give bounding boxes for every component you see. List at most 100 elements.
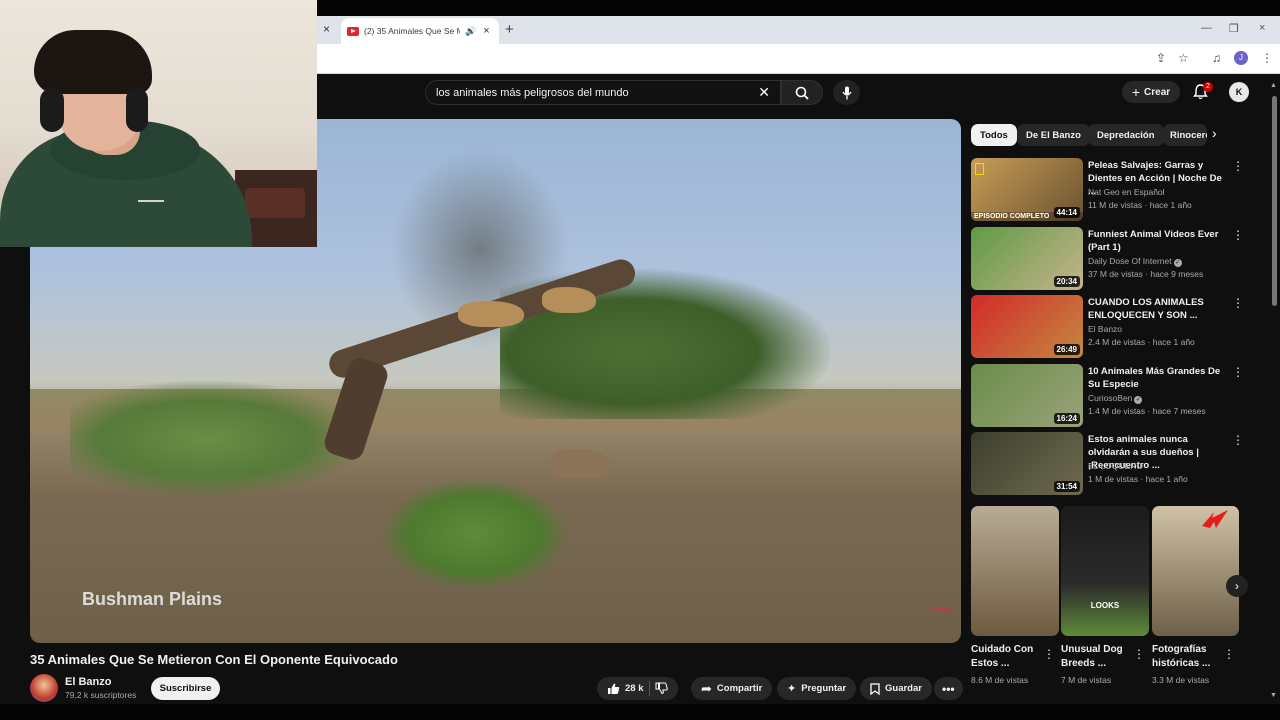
browser-tab-strip: × (2) 35 Animales Que Se Metieron Con El… — [317, 16, 1280, 44]
speaker-icon[interactable]: 🔊 — [465, 26, 476, 37]
close-icon[interactable]: × — [323, 22, 330, 36]
share-icon: ➦ — [701, 680, 712, 696]
chip-todos[interactable]: Todos — [971, 124, 1017, 146]
channel-name-text: Daily Dose Of Internet — [1088, 256, 1172, 266]
search-input[interactable]: los animales más peligrosos del mundo — [436, 87, 758, 99]
short-title[interactable]: Fotografías históricas ... — [1152, 643, 1222, 671]
more-vertical-icon[interactable]: ⋮ — [1043, 647, 1055, 661]
chevron-right-icon[interactable]: › — [1212, 125, 1217, 141]
recommendation-channel[interactable]: Nat Geo en Español — [1088, 187, 1165, 197]
recommendation-channel[interactable]: EL LOQUERO — [1088, 461, 1143, 471]
video-thumbnail[interactable]: 16:24 — [971, 364, 1083, 427]
restore-icon[interactable]: ❐ — [1229, 22, 1239, 35]
scrollbar-thumb[interactable] — [1272, 96, 1277, 306]
video-thumbnail[interactable]: 26:49 — [971, 295, 1083, 358]
thumbs-up-icon[interactable] — [607, 682, 620, 695]
chip-rinoceronte[interactable]: Rinoceronte — [1163, 124, 1207, 146]
new-tab-button[interactable]: + — [505, 21, 514, 38]
browser-tab-active[interactable]: (2) 35 Animales Que Se Metieron Con El O… — [341, 18, 499, 44]
notification-badge: 2 — [1203, 82, 1213, 92]
background-furniture — [245, 188, 305, 218]
account-avatar[interactable]: K — [1229, 82, 1249, 102]
share-button[interactable]: ➦ Compartir — [691, 677, 773, 700]
short-thumbnail[interactable] — [1152, 506, 1239, 636]
plus-icon: + — [1131, 84, 1141, 100]
sparkle-icon: ✦ — [787, 683, 797, 695]
video-duration: 31:54 — [1053, 481, 1080, 492]
video-thumbnail[interactable]: EPISODIO COMPLETO 44:14 — [971, 158, 1083, 221]
recommendation-meta: 37 M de vistas · hace 9 meses — [1088, 269, 1204, 279]
short-title[interactable]: Cuidado Con Estos ... — [971, 643, 1041, 671]
video-thumbnail[interactable]: 20:34 — [971, 227, 1083, 290]
shorts-next-button[interactable]: › — [1226, 575, 1248, 597]
more-vertical-icon[interactable]: ⋮ — [1232, 296, 1244, 310]
browser-menu-icon[interactable]: ⋮ — [1261, 51, 1273, 65]
tab-title: (2) 35 Animales Que Se Metieron Con El O… — [364, 26, 460, 36]
short-thumbnail[interactable] — [971, 506, 1059, 636]
tab-close-icon[interactable]: × — [483, 25, 489, 37]
lion-figure — [542, 287, 596, 313]
recommendation-item[interactable]: 26:49 CUANDO LOS ANIMALES ENLOQUECEN Y S… — [971, 295, 1251, 358]
youtube-favicon-icon — [347, 26, 359, 36]
like-count[interactable]: 28 k — [625, 683, 644, 694]
ask-button[interactable]: ✦ Preguntar — [777, 677, 857, 700]
scroll-down-icon[interactable]: ▼ — [1270, 692, 1277, 699]
profile-avatar[interactable]: J — [1234, 51, 1248, 65]
window-close-icon[interactable]: × — [1259, 22, 1265, 34]
recommendation-channel[interactable]: El Banzo — [1088, 324, 1122, 334]
search-box[interactable]: los animales más peligrosos del mundo ✕ — [425, 80, 781, 105]
chip-de-el-banzo[interactable]: De El Banzo — [1017, 124, 1090, 146]
ask-label: Preguntar — [801, 683, 847, 694]
channel-avatar[interactable] — [30, 674, 58, 702]
recommendation-title[interactable]: Funniest Animal Videos Ever (Part 1) — [1088, 228, 1224, 254]
short-thumbnail[interactable]: LOOKS — [1061, 506, 1149, 636]
search-button[interactable] — [781, 80, 823, 105]
channel-name[interactable]: El Banzo — [65, 676, 111, 688]
video-duration: 16:24 — [1053, 413, 1080, 424]
bookmark-icon — [870, 682, 880, 695]
video-caption: Bushman Plains — [82, 589, 223, 609]
recommendation-item[interactable]: 16:24 10 Animales Más Grandes De Su Espe… — [971, 364, 1251, 427]
more-vertical-icon[interactable]: ⋮ — [1133, 647, 1145, 661]
chip-depredacion[interactable]: Depredación — [1088, 124, 1164, 146]
short-views: 8.6 M de vistas — [971, 675, 1029, 685]
thumbs-down-icon[interactable] — [655, 682, 668, 695]
recommendation-meta: 1 M de vistas · hace 1 año — [1088, 474, 1188, 484]
save-button[interactable]: Guardar — [860, 677, 932, 700]
more-vertical-icon[interactable]: ⋮ — [1232, 433, 1244, 447]
more-vertical-icon[interactable]: ⋮ — [1232, 228, 1244, 242]
more-actions-button[interactable]: ••• — [934, 677, 963, 700]
recommendation-title[interactable]: 10 Animales Más Grandes De Su Especie — [1088, 365, 1224, 391]
scroll-up-icon[interactable]: ▲ — [1270, 82, 1277, 89]
recommendation-item[interactable]: EPISODIO COMPLETO 44:14 Peleas Salvajes:… — [971, 158, 1251, 221]
video-watermark: JUMDAN — [927, 608, 952, 614]
recommendation-title[interactable]: CUANDO LOS ANIMALES ENLOQUECEN Y SON ... — [1088, 296, 1224, 322]
red-arrow-icon — [1202, 510, 1228, 528]
hyena-figure — [550, 449, 610, 479]
recommendation-item[interactable]: 20:34 Funniest Animal Videos Ever (Part … — [971, 227, 1251, 290]
media-controls-icon[interactable]: ♫ — [1212, 51, 1221, 65]
short-overlay-text: LOOKS — [1090, 601, 1120, 610]
clear-search-icon[interactable]: ✕ — [758, 84, 770, 101]
install-app-icon[interactable]: ⇪ — [1156, 51, 1166, 65]
lion-figure — [458, 301, 524, 327]
streamer-hair — [34, 30, 152, 94]
recommendation-channel[interactable]: Daily Dose Of Internet ✓ — [1088, 256, 1182, 267]
more-vertical-icon[interactable]: ⋮ — [1223, 647, 1235, 661]
recommendation-item[interactable]: 31:54 Estos animales nunca olvidarán a s… — [971, 432, 1251, 495]
recommendation-channel[interactable]: CuriosoBen ✓ — [1088, 393, 1143, 404]
page-scrollbar[interactable]: ▲ ▼ — [1270, 80, 1278, 700]
short-views: 3.3 M de vistas — [1152, 675, 1210, 685]
verified-icon: ✓ — [1134, 396, 1143, 404]
minimize-icon[interactable]: — — [1201, 22, 1212, 34]
bookmark-star-icon[interactable]: ☆ — [1178, 51, 1189, 65]
microphone-icon — [841, 86, 852, 99]
more-vertical-icon[interactable]: ⋮ — [1232, 365, 1244, 379]
short-title[interactable]: Unusual Dog Breeds ... — [1061, 643, 1131, 671]
more-vertical-icon[interactable]: ⋮ — [1232, 159, 1244, 173]
subscribe-button[interactable]: Suscribirse — [151, 677, 220, 700]
video-thumbnail[interactable]: 31:54 — [971, 432, 1083, 495]
create-button[interactable]: + Crear — [1122, 81, 1180, 103]
foreground-bush — [382, 479, 567, 589]
voice-search-button[interactable] — [833, 80, 860, 105]
